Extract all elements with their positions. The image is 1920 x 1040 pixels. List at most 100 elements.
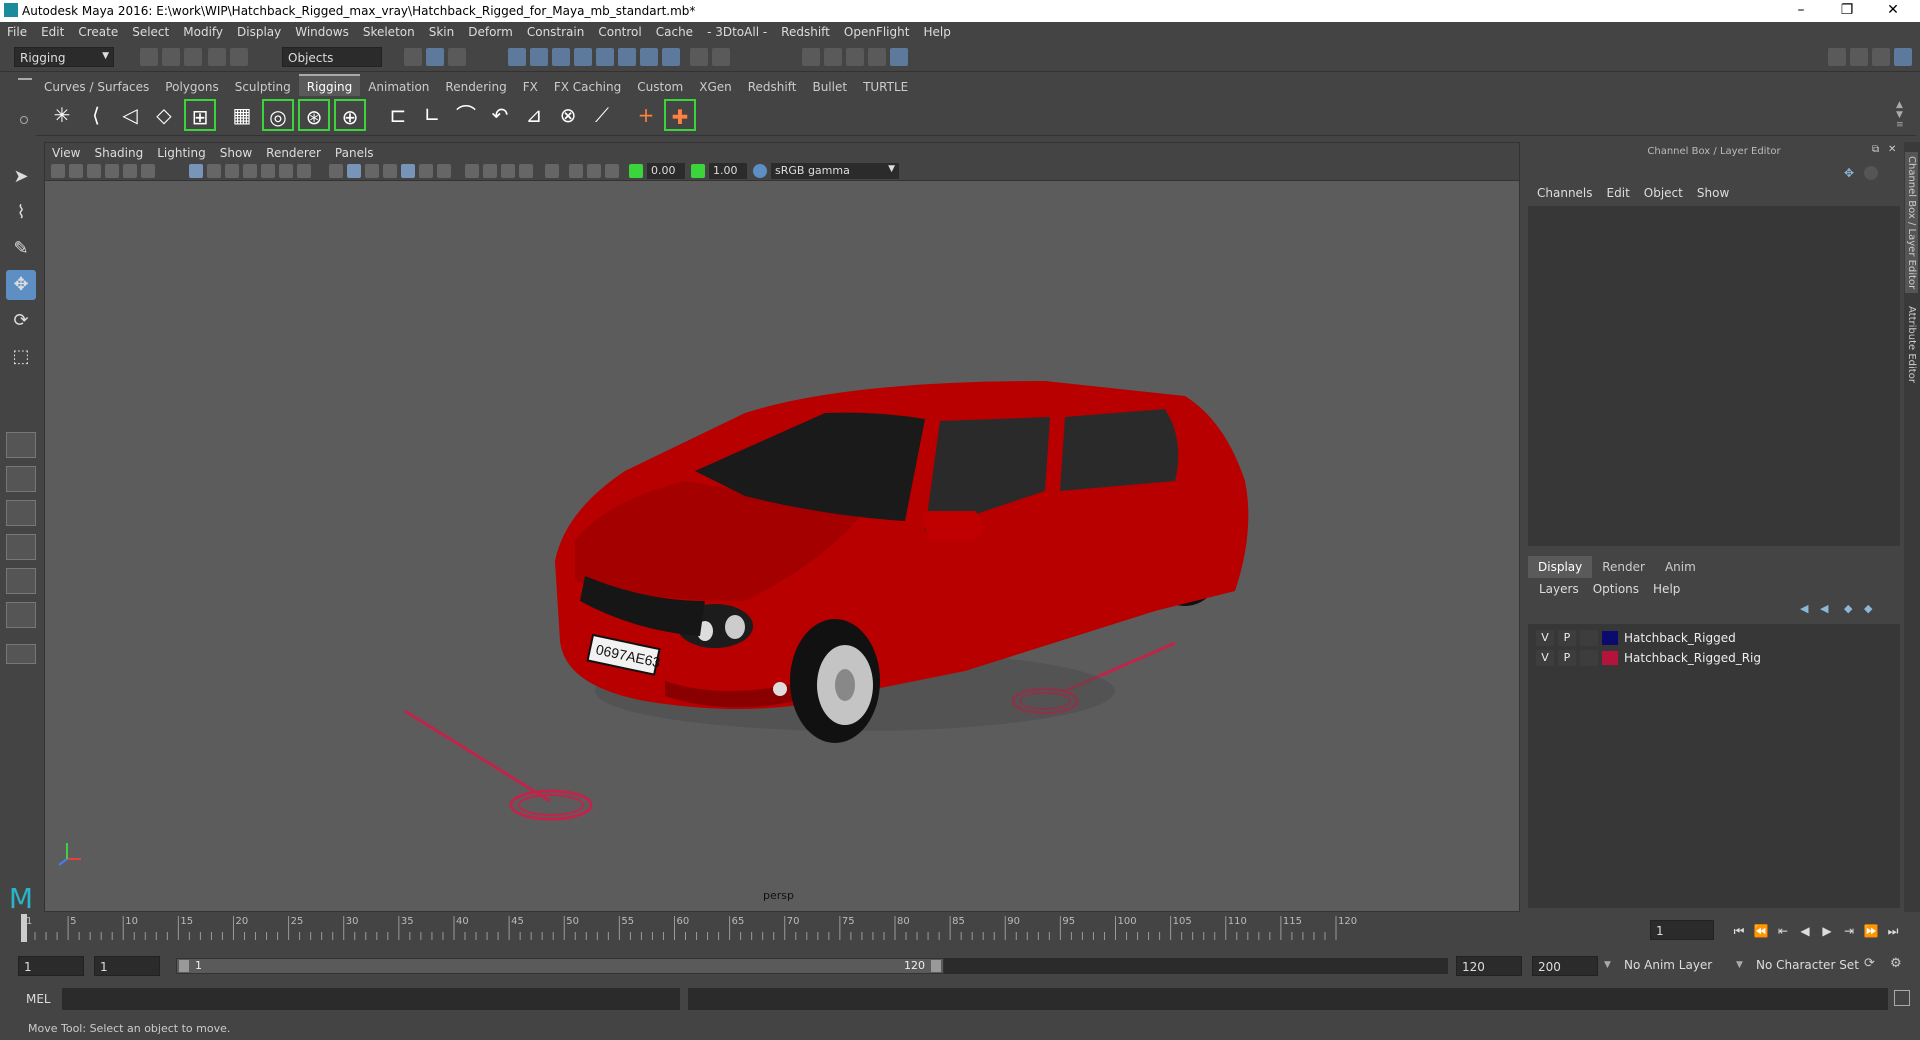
- image-plane-icon[interactable]: [105, 164, 119, 178]
- selection-mode-dropdown[interactable]: Objects: [282, 47, 382, 67]
- undo-icon[interactable]: [208, 48, 226, 66]
- ipr-render-icon[interactable]: [824, 48, 842, 66]
- layer-tab-render[interactable]: Render: [1592, 556, 1655, 578]
- wireframe-icon[interactable]: [329, 164, 343, 178]
- menu-modify[interactable]: Modify: [176, 22, 230, 39]
- range-slider-track[interactable]: [944, 958, 1448, 974]
- lasso-tool-icon[interactable]: ⌇: [6, 198, 36, 228]
- current-time-indicator[interactable]: [21, 914, 27, 942]
- xray-joints-icon[interactable]: [605, 164, 619, 178]
- depth-of-field-icon[interactable]: [519, 164, 533, 178]
- field-chart-icon[interactable]: [261, 164, 275, 178]
- symmetry-icon[interactable]: [640, 48, 658, 66]
- shelf-tab-sculpting[interactable]: Sculpting: [227, 76, 299, 97]
- playback-end-field[interactable]: 120: [1456, 956, 1522, 976]
- snap-point-icon[interactable]: [552, 48, 570, 66]
- move-layer-up-icon[interactable]: ◀: [1800, 602, 1814, 616]
- safe-title-icon[interactable]: [297, 164, 311, 178]
- snap-view-icon[interactable]: [618, 48, 636, 66]
- playback-start-field[interactable]: 1: [94, 956, 160, 976]
- step-forward-icon[interactable]: ⏩: [1862, 922, 1880, 940]
- layer-menu-options[interactable]: Options: [1586, 582, 1646, 596]
- close-button[interactable]: ✕: [1870, 0, 1916, 22]
- vp-menu-view[interactable]: View: [45, 143, 87, 160]
- xray-active-components-icon[interactable]: [587, 164, 601, 178]
- shelf-tab-xgen[interactable]: XGen: [691, 76, 740, 97]
- four-pane-layout-icon[interactable]: [6, 466, 36, 492]
- layer-playback-toggle[interactable]: P: [1558, 630, 1576, 646]
- grid-icon[interactable]: [189, 164, 203, 178]
- layer-playback-toggle[interactable]: P: [1558, 650, 1576, 666]
- new-layer-selected-icon[interactable]: ◆: [1864, 602, 1878, 616]
- shelf-tab-curves-surfaces[interactable]: Curves / Surfaces: [36, 76, 157, 97]
- rig-control-front[interactable]: [404, 709, 593, 821]
- cluster-icon[interactable]: ⊛: [298, 99, 330, 131]
- redo-icon[interactable]: [230, 48, 248, 66]
- orient-constraint-icon[interactable]: ⌒: [450, 99, 482, 131]
- layer-visibility-toggle[interactable]: V: [1536, 630, 1554, 646]
- layer-display-type-toggle[interactable]: [1580, 650, 1598, 666]
- exposure-field[interactable]: 0.00: [647, 163, 685, 179]
- layer-menu-layers[interactable]: Layers: [1532, 582, 1586, 596]
- menu-constrain[interactable]: Constrain: [520, 22, 592, 39]
- chevron-down-icon[interactable]: ▼: [1736, 960, 1743, 970]
- layer-tab-display[interactable]: Display: [1528, 556, 1593, 578]
- step-back-icon[interactable]: ⏪: [1752, 922, 1770, 940]
- shelf-tab-polygons[interactable]: Polygons: [157, 76, 226, 97]
- maximize-button[interactable]: ❐: [1824, 0, 1870, 22]
- history-icon[interactable]: [662, 48, 680, 66]
- animation-start-field[interactable]: 1: [18, 956, 84, 976]
- open-scene-icon[interactable]: [162, 48, 180, 66]
- move-tool-icon[interactable]: ✥: [6, 270, 36, 300]
- vp-menu-renderer[interactable]: Renderer: [259, 143, 328, 160]
- shelf-menu-icon[interactable]: [18, 78, 32, 80]
- gamma-icon[interactable]: [691, 164, 705, 178]
- snap-grid-icon[interactable]: [508, 48, 526, 66]
- select-tool-icon[interactable]: ➤: [6, 162, 36, 192]
- range-end-handle[interactable]: [931, 960, 941, 972]
- current-frame-field[interactable]: 1: [1650, 920, 1714, 940]
- locator-icon[interactable]: ⟋: [586, 99, 618, 131]
- shelf-tab-custom[interactable]: Custom: [629, 76, 691, 97]
- menu-windows[interactable]: Windows: [288, 22, 356, 39]
- menu-help[interactable]: Help: [916, 22, 957, 39]
- isolate-select-icon[interactable]: [545, 164, 559, 178]
- menu-select[interactable]: Select: [125, 22, 176, 39]
- xray-icon[interactable]: [569, 164, 583, 178]
- step-forward-key-icon[interactable]: ⇥: [1840, 922, 1858, 940]
- mirror-joint-icon[interactable]: ◇: [148, 99, 180, 131]
- outliner-persp-layout-icon[interactable]: [6, 568, 36, 594]
- add-locator-icon[interactable]: +: [630, 99, 662, 131]
- shelf-tab-rigging[interactable]: Rigging: [298, 74, 361, 97]
- layer-row[interactable]: V P Hatchback_Rigged_Rig: [1528, 648, 1900, 668]
- menu-edit[interactable]: Edit: [34, 22, 71, 39]
- script-editor-icon[interactable]: [1894, 990, 1910, 1006]
- shelf-tab-fx[interactable]: FX: [515, 76, 546, 97]
- paint-select-icon[interactable]: ✎: [6, 234, 36, 264]
- parent-constraint-icon[interactable]: ⊏: [382, 99, 414, 131]
- command-input[interactable]: [62, 988, 680, 1010]
- attribute-editor-side-tab[interactable]: Attribute Editor: [1905, 302, 1918, 387]
- layer-display-type-toggle[interactable]: [1580, 630, 1598, 646]
- snap-plane-icon[interactable]: [574, 48, 592, 66]
- camera-select-icon[interactable]: [51, 164, 65, 178]
- grease-pencil-icon[interactable]: [141, 164, 155, 178]
- layer-row[interactable]: V P Hatchback_Rigged: [1528, 628, 1900, 648]
- motion-blur-icon[interactable]: [483, 164, 497, 178]
- select-hierarchy-icon[interactable]: [404, 48, 422, 66]
- snap-curve-icon[interactable]: [530, 48, 548, 66]
- resolution-gate-icon[interactable]: [225, 164, 239, 178]
- vp-menu-lighting[interactable]: Lighting: [150, 143, 213, 160]
- lattice-icon[interactable]: ◎: [262, 99, 294, 131]
- new-layer-icon[interactable]: ◆: [1844, 602, 1858, 616]
- move-layer-down-icon[interactable]: ◀: [1820, 602, 1834, 616]
- skin-paint-icon[interactable]: ✚: [664, 99, 696, 131]
- menu-openflight[interactable]: OpenFlight: [837, 22, 917, 39]
- scale-constraint-icon[interactable]: ↶: [484, 99, 516, 131]
- create-joints-icon[interactable]: ✳: [46, 99, 78, 131]
- select-object-icon[interactable]: [426, 48, 444, 66]
- cb-menu-show[interactable]: Show: [1690, 186, 1736, 200]
- anim-layer-dropdown[interactable]: No Anim Layer: [1624, 958, 1744, 972]
- minimize-button[interactable]: –: [1778, 0, 1824, 22]
- exposure-icon[interactable]: [629, 164, 643, 178]
